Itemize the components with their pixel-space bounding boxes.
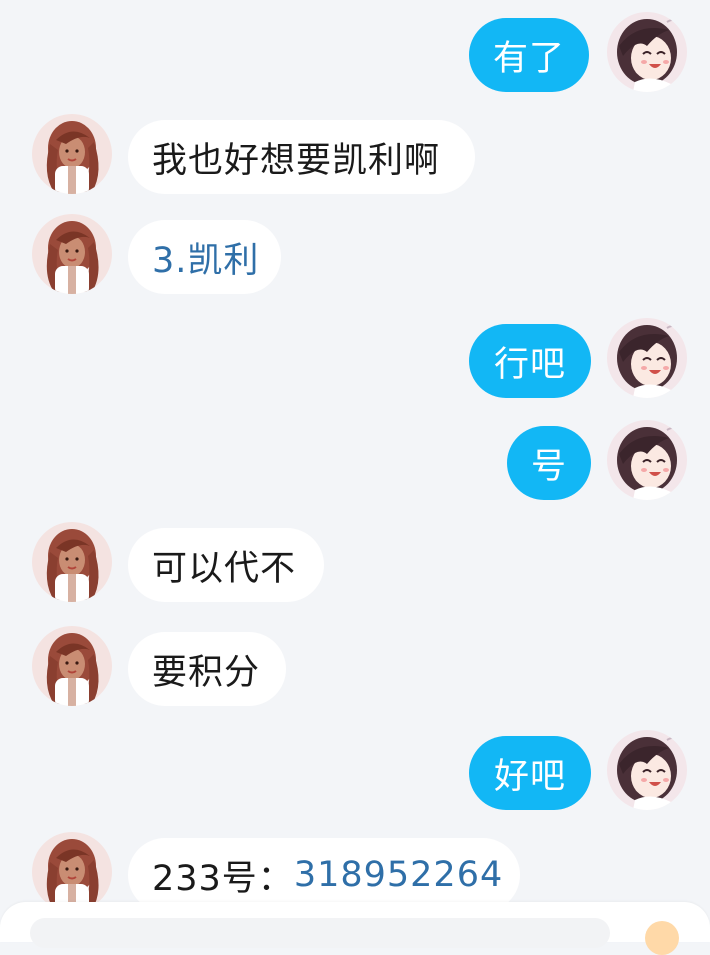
message-bubble[interactable]: 233号： 318952264 (128, 838, 520, 912)
incoming-avatar[interactable] (32, 626, 112, 706)
message-row: 好吧 (0, 730, 710, 810)
message-text: 号 (530, 446, 567, 487)
message-bubble[interactable]: 要积分 (128, 632, 286, 706)
message-bubble[interactable]: 3.凯利 (128, 220, 281, 294)
message-text: 我也好想要凯利啊 (152, 140, 441, 181)
anime-girl-smiling-avatar-icon (607, 12, 687, 92)
emoji-icon[interactable] (645, 921, 679, 955)
message-text: 好吧 (493, 756, 566, 797)
incoming-avatar[interactable] (32, 214, 112, 294)
incoming-avatar[interactable] (32, 832, 112, 912)
anime-girl-brown-hair-avatar-icon (32, 114, 112, 194)
message-row: 号 (0, 420, 710, 500)
anime-girl-brown-hair-avatar-icon (32, 626, 112, 706)
message-bubble[interactable]: 行吧 (469, 324, 591, 398)
anime-girl-brown-hair-avatar-icon (32, 832, 112, 912)
message-link-text[interactable]: 3.凯利 (152, 232, 259, 283)
message-row: 可以代不 (0, 522, 710, 602)
anime-girl-smiling-avatar-icon (607, 420, 687, 500)
outgoing-avatar[interactable] (607, 420, 687, 500)
message-text: 233号： (152, 858, 294, 899)
message-bubble[interactable]: 号 (507, 426, 591, 500)
message-row: 233号： 318952264 (0, 832, 710, 912)
message-text: 可以代不 (152, 548, 297, 589)
message-row: 3.凯利 (0, 214, 710, 294)
message-bubble[interactable]: 我也好想要凯利啊 (128, 120, 475, 194)
message-text: 行吧 (493, 344, 566, 385)
anime-girl-brown-hair-avatar-icon (32, 522, 112, 602)
anime-girl-brown-hair-avatar-icon (32, 214, 112, 294)
message-input[interactable] (30, 918, 610, 948)
message-row: 有了 (0, 12, 710, 92)
incoming-avatar[interactable] (32, 522, 112, 602)
anime-girl-smiling-avatar-icon (607, 730, 687, 810)
outgoing-avatar[interactable] (607, 730, 687, 810)
message-row: 行吧 (0, 318, 710, 398)
message-row: 我也好想要凯利啊 (0, 114, 710, 194)
message-bubble[interactable]: 可以代不 (128, 528, 324, 602)
incoming-avatar[interactable] (32, 114, 112, 194)
message-text: 要积分 (152, 652, 261, 693)
anime-girl-smiling-avatar-icon (607, 318, 687, 398)
message-row: 要积分 (0, 626, 710, 706)
message-bubble[interactable]: 有了 (469, 18, 589, 92)
outgoing-avatar[interactable] (607, 12, 687, 92)
outgoing-avatar[interactable] (607, 318, 687, 398)
qq-number-link[interactable]: 318952264 (294, 855, 503, 895)
message-bubble[interactable]: 好吧 (469, 736, 591, 810)
message-text: 有了 (493, 38, 566, 79)
